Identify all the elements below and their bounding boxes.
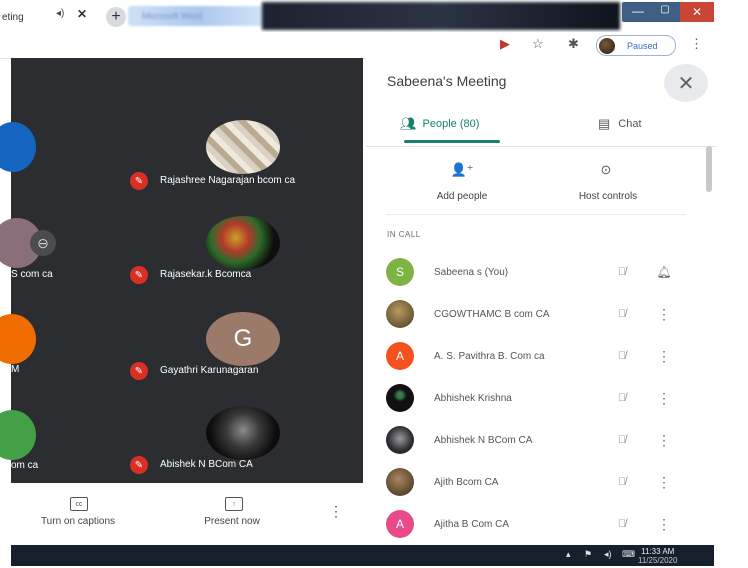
- in-call-section-label: IN CALL: [387, 230, 421, 239]
- meeting-bottom-bar: [11, 483, 363, 543]
- more-options-icon[interactable]: ⋮: [656, 516, 672, 533]
- chat-icon: ▤: [598, 116, 611, 131]
- participant-avatar: [386, 468, 414, 496]
- star-icon[interactable]: ☆: [532, 36, 544, 52]
- profile-avatar: [599, 37, 615, 54]
- mic-off-icon: ✎: [130, 456, 148, 474]
- participant-avatar: A: [386, 510, 414, 538]
- language-icon[interactable]: ⌨: [622, 549, 635, 560]
- tab-chat[interactable]: ▤ Chat: [598, 116, 642, 132]
- mic-muted-icon: 🎙̸: [617, 308, 627, 320]
- browser-menu-icon[interactable]: ⋮: [690, 36, 703, 52]
- more-options-icon[interactable]: ⋮: [656, 348, 672, 365]
- mic-muted-icon: 🎙̸: [617, 476, 627, 488]
- tray-chevron-icon[interactable]: ▴: [566, 549, 571, 560]
- participant-name: A. S. Pavithra B. Com ca: [434, 350, 545, 362]
- participant-name: Abhishek N BCom CA: [434, 434, 533, 446]
- mic-muted-icon: 🎙̸: [617, 266, 627, 278]
- participant-avatar: [386, 426, 414, 454]
- tile-name: Rajashree Nagarajan bcom ca: [160, 175, 296, 186]
- mic-muted-icon: 🎙̸: [617, 392, 627, 404]
- tab-active-indicator: [404, 140, 500, 143]
- mic-off-icon: ✎: [130, 362, 148, 380]
- browser-tab-bar: [0, 0, 748, 32]
- more-options-icon[interactable]: ⋮: [656, 432, 672, 449]
- camera-blocked-icon[interactable]: ▶: [500, 36, 510, 52]
- volume-icon[interactable]: ◂): [604, 549, 612, 560]
- clock-time: 11:33 AM: [641, 547, 675, 556]
- profile-paused-button[interactable]: Paused: [596, 35, 676, 56]
- participant-row[interactable]: CGOWTHAMC B com CA 🎙̸ ⋮: [386, 300, 686, 328]
- mic-off-icon: ✎: [130, 266, 148, 284]
- mic-off-icon: ✎: [130, 172, 148, 190]
- add-person-icon: 👤⁺: [450, 162, 474, 177]
- meeting-title: Sabeena's Meeting: [387, 73, 507, 89]
- participant-row[interactable]: S Sabeena s (You) 🎙̸ 🔔︎: [386, 258, 686, 286]
- participant-name: Ajith Bcom CA: [434, 476, 499, 488]
- taskbar-clock[interactable]: 11:33 AM 11/25/2020: [638, 547, 677, 565]
- panel-scrollbar[interactable]: [706, 146, 712, 192]
- actions-divider: [386, 214, 686, 215]
- tile-name: Rajasekar.k Bcomca: [160, 269, 252, 280]
- more-options-icon[interactable]: ⋮: [656, 474, 672, 491]
- more-options-icon[interactable]: ⋮: [329, 503, 343, 520]
- close-panel-button[interactable]: ✕: [664, 64, 708, 102]
- tile-name: Abishek N BCom CA: [160, 459, 253, 470]
- close-icon: ✕: [677, 72, 695, 95]
- participant-name: Abhishek Krishna: [434, 392, 512, 404]
- participant-row[interactable]: Abhishek N BCom CA 🎙̸ ⋮: [386, 426, 686, 454]
- tab-people-label: People (80): [422, 118, 480, 130]
- participant-avatar: [386, 300, 414, 328]
- present-now-button[interactable]: Present now: [182, 516, 282, 527]
- more-options-icon[interactable]: ⋮: [656, 390, 672, 407]
- mic-muted-icon: 🎙̸: [617, 434, 627, 446]
- participant-photo: [206, 406, 280, 460]
- extensions-icon[interactable]: ✱: [568, 36, 579, 52]
- participant-photo: [206, 216, 280, 270]
- tab-chat-label: Chat: [618, 118, 642, 130]
- people-icon: 👥︎: [400, 116, 417, 131]
- clock-date: 11/25/2020: [638, 556, 678, 565]
- partial-tile-name: M: [11, 364, 20, 375]
- pin-icon[interactable]: 🔔︎: [656, 265, 672, 279]
- mic-muted-icon: 🎙̸: [617, 518, 627, 530]
- mic-muted-icon: 🎙̸: [617, 350, 627, 362]
- partial-tile-name: S com ca: [11, 269, 53, 280]
- participant-letter-avatar: G: [206, 312, 280, 366]
- participant-avatar: S: [386, 258, 414, 286]
- participant-photo: [206, 120, 280, 174]
- pin-icon[interactable]: ⊖: [30, 230, 56, 256]
- captions-icon: cc: [70, 497, 88, 511]
- participant-row[interactable]: Ajith Bcom CA 🎙̸ ⋮: [386, 468, 686, 496]
- flag-icon[interactable]: ⚑: [584, 549, 592, 560]
- participant-avatar: A: [386, 342, 414, 370]
- more-options-icon[interactable]: ⋮: [656, 306, 672, 323]
- participant-row[interactable]: A A. S. Pavithra B. Com ca 🎙̸ ⋮: [386, 342, 686, 370]
- panel-divider: [366, 146, 716, 147]
- participant-avatar: [386, 384, 414, 412]
- captions-button[interactable]: Turn on captions: [20, 516, 136, 527]
- participant-name: Ajitha B Com CA: [434, 518, 510, 530]
- profile-status: Paused: [627, 40, 658, 51]
- participant-row[interactable]: A Ajitha B Com CA 🎙̸ ⋮: [386, 510, 686, 538]
- add-people-button[interactable]: Add people: [414, 191, 510, 202]
- host-controls-button[interactable]: Host controls: [556, 191, 660, 202]
- present-icon: ↑: [225, 497, 243, 511]
- partial-tile-name: om ca: [11, 460, 39, 471]
- tile-name: Gayathri Karunagaran: [160, 365, 259, 376]
- participant-name: Sabeena s (You): [434, 266, 509, 278]
- tab-people[interactable]: 👥︎ People (80): [400, 116, 479, 132]
- participant-name: CGOWTHAMC B com CA: [434, 308, 550, 320]
- participant-row[interactable]: Abhishek Krishna 🎙̸ ⋮: [386, 384, 686, 412]
- host-controls-icon: ⊙: [600, 162, 612, 177]
